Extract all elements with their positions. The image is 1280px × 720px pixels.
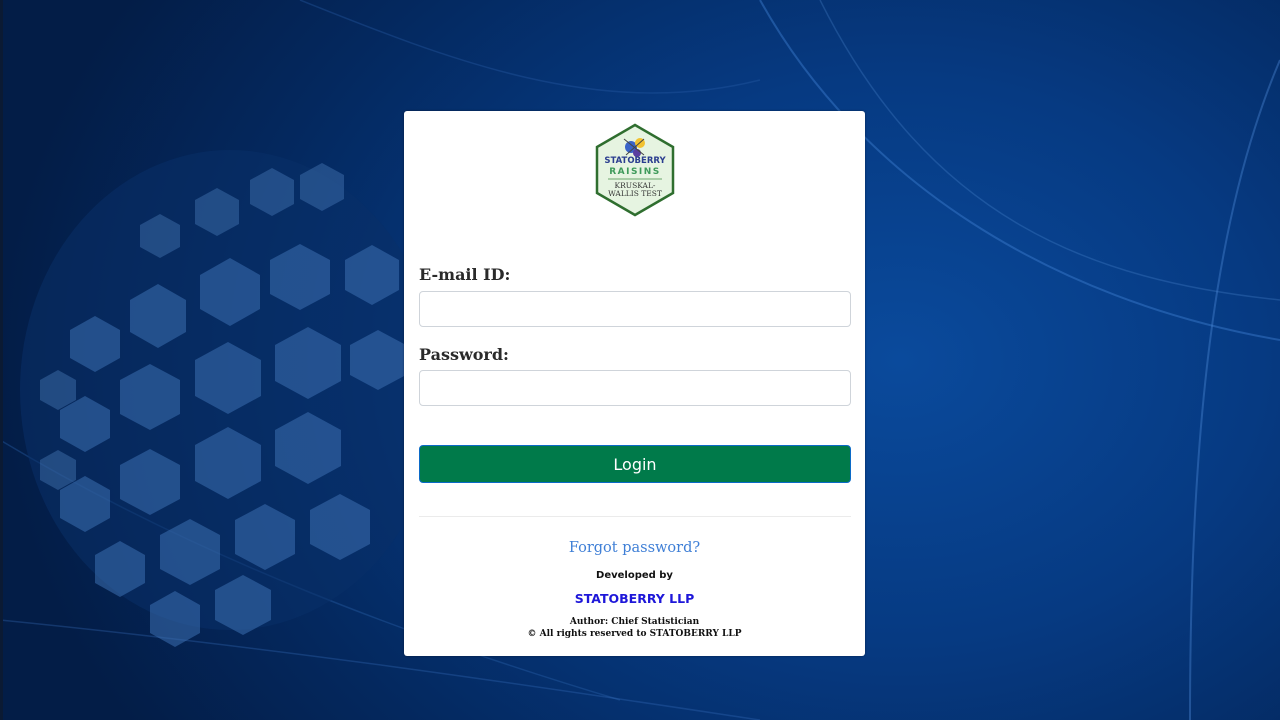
company-name: STATOBERRY LLP: [574, 591, 695, 606]
svg-text:RAISINS: RAISINS: [609, 167, 661, 177]
login-card: STATOBERRY RAISINS KRUSKAL- WALLIS TEST …: [404, 111, 865, 656]
author-text: Author: Chief Statistician: [569, 617, 700, 627]
email-label: E-mail ID:: [419, 265, 511, 284]
developed-by-text: Developed by: [596, 570, 673, 581]
left-edge-strip: [0, 0, 3, 720]
password-label: Password:: [419, 345, 509, 364]
copyright-text: © All rights reserved to STATOBERRY LLP: [527, 629, 742, 639]
email-field[interactable]: [419, 291, 851, 327]
hexagon-logo-icon: STATOBERRY RAISINS KRUSKAL- WALLIS TEST: [595, 123, 675, 217]
password-field[interactable]: [419, 370, 851, 406]
login-button[interactable]: Login: [419, 445, 851, 483]
statoberry-logo: STATOBERRY RAISINS KRUSKAL- WALLIS TEST: [594, 123, 676, 217]
svg-text:WALLIS TEST: WALLIS TEST: [608, 189, 662, 198]
divider: [419, 516, 851, 517]
svg-text:STATOBERRY: STATOBERRY: [604, 156, 666, 166]
forgot-password-link[interactable]: Forgot password?: [404, 540, 865, 556]
